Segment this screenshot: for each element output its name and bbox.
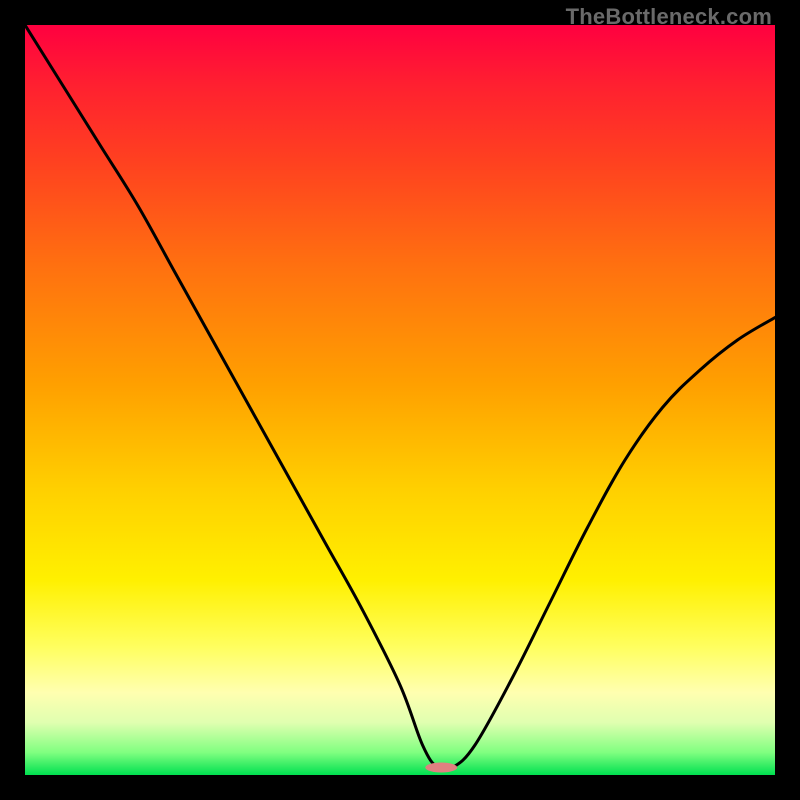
bottleneck-curve	[25, 25, 775, 771]
watermark-text: TheBottleneck.com	[566, 4, 772, 30]
curve-svg	[25, 25, 775, 775]
chart-container: TheBottleneck.com	[0, 0, 800, 800]
plot-area	[25, 25, 775, 775]
optimal-marker	[425, 763, 457, 773]
